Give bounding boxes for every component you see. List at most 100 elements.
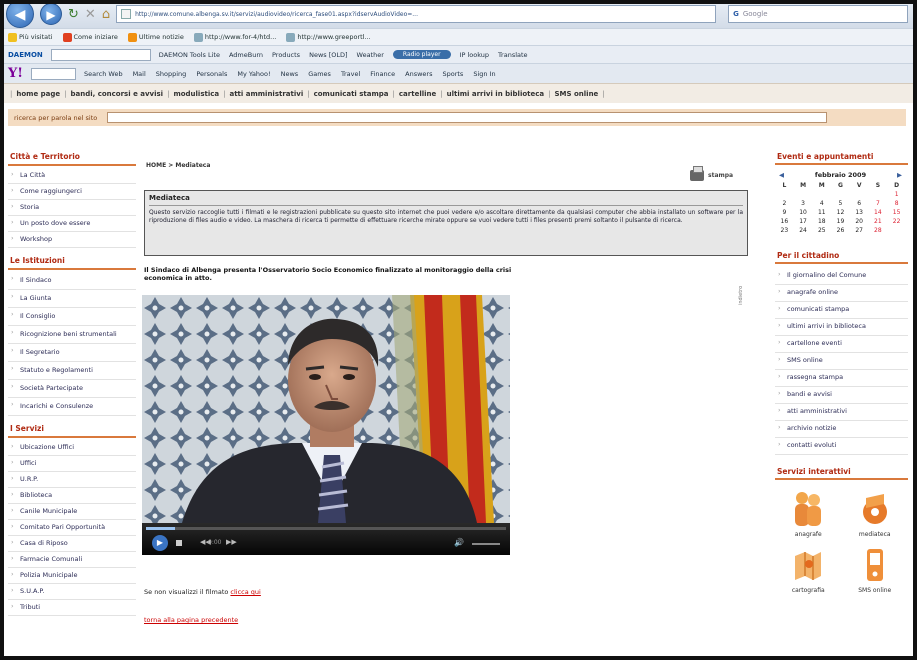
service-tile[interactable]: anagrafe bbox=[775, 490, 842, 538]
sidebar-item[interactable]: S.U.A.P. bbox=[8, 584, 136, 600]
citizen-link[interactable]: comunicati stampa bbox=[775, 302, 908, 319]
calendar-day[interactable]: 3 bbox=[794, 199, 813, 208]
yahoo-toolbar-item[interactable]: Mail bbox=[133, 70, 146, 78]
yahoo-toolbar-item[interactable]: Answers bbox=[405, 70, 432, 78]
citizen-link[interactable]: rassegna stampa bbox=[775, 370, 908, 387]
bookmark-item[interactable]: Come iniziare bbox=[62, 32, 118, 42]
calendar-day[interactable]: 25 bbox=[812, 226, 831, 235]
sidebar-item[interactable]: Polizia Municipale bbox=[8, 568, 136, 584]
sidebar-item[interactable]: Tributi bbox=[8, 600, 136, 616]
yahoo-toolbar-item[interactable]: Personals bbox=[196, 70, 227, 78]
fallback-link[interactable]: clicca qui bbox=[230, 588, 260, 596]
calendar-day[interactable]: 17 bbox=[794, 217, 813, 226]
site-link[interactable]: bandi, concorsi e avvisi bbox=[70, 90, 163, 98]
back-to-previous-link[interactable]: torna alla pagina precedente bbox=[144, 616, 238, 624]
video-player[interactable]: ▶ ◀◀ 0:00 ▶▶ 🔊 bbox=[142, 295, 510, 555]
sidebar-item[interactable]: Società Partecipate bbox=[8, 380, 136, 398]
calendar-day[interactable]: 16 bbox=[775, 217, 794, 226]
volume-slider[interactable] bbox=[472, 543, 500, 545]
calendar-prev-icon[interactable]: ◀ bbox=[779, 171, 784, 179]
citizen-link[interactable]: anagrafe online bbox=[775, 285, 908, 302]
calendar-day[interactable]: 23 bbox=[775, 226, 794, 235]
calendar-day[interactable]: 11 bbox=[812, 208, 831, 217]
site-link[interactable]: ultimi arrivi in biblioteca bbox=[447, 90, 545, 98]
back-button[interactable]: ◀ bbox=[6, 0, 34, 28]
toolbar-item[interactable]: Products bbox=[272, 51, 300, 59]
web-search-input[interactable]: G Google bbox=[728, 5, 909, 23]
calendar-day[interactable]: 5 bbox=[831, 199, 850, 208]
sidebar-item[interactable]: Il Consiglio bbox=[8, 308, 136, 326]
volume-icon[interactable]: 🔊 bbox=[454, 538, 464, 547]
bookmark-item[interactable]: Più visitati bbox=[8, 32, 53, 42]
toolbar-radio-pill[interactable]: Radio player bbox=[392, 50, 451, 59]
sidebar-item[interactable]: La Città bbox=[8, 168, 136, 184]
service-tile[interactable]: SMS online bbox=[842, 546, 909, 594]
calendar-day[interactable]: 18 bbox=[812, 217, 831, 226]
citizen-link[interactable]: Il giornalino del Comune bbox=[775, 268, 908, 285]
print-link[interactable]: stampa bbox=[690, 166, 733, 181]
citizen-link[interactable]: contatti evoluti bbox=[775, 438, 908, 455]
yahoo-toolbar-item[interactable]: Search Web bbox=[84, 70, 123, 78]
citizen-link[interactable]: bandi e avvisi bbox=[775, 387, 908, 404]
sidebar-item[interactable]: Come raggiungerci bbox=[8, 184, 136, 200]
site-search-input[interactable] bbox=[107, 112, 828, 123]
bookmark-item[interactable]: http://www.greeportl... bbox=[286, 32, 371, 42]
sidebar-item[interactable]: Incarichi e Consulenze bbox=[8, 398, 136, 416]
service-tile[interactable]: cartografia bbox=[775, 546, 842, 594]
calendar-day[interactable]: 9 bbox=[775, 208, 794, 217]
sidebar-item[interactable]: Biblioteca bbox=[8, 488, 136, 504]
sidebar-item[interactable]: Il Sindaco bbox=[8, 272, 136, 290]
sidebar-item[interactable]: Casa di Riposo bbox=[8, 536, 136, 552]
yahoo-toolbar-item[interactable]: Travel bbox=[341, 70, 360, 78]
sidebar-item[interactable]: Farmacie Comunali bbox=[8, 552, 136, 568]
citizen-link[interactable]: ultimi arrivi in biblioteca bbox=[775, 319, 908, 336]
site-link[interactable]: modulistica bbox=[173, 90, 219, 98]
toolbar-item[interactable]: News [OLD] bbox=[309, 51, 347, 59]
bookmark-item[interactable]: Ultime notizie bbox=[127, 32, 184, 42]
calendar-day[interactable]: 21 bbox=[869, 217, 888, 226]
site-link[interactable]: cartelline bbox=[399, 90, 436, 98]
yahoo-toolbar-item[interactable]: Sports bbox=[442, 70, 463, 78]
vertical-back-label[interactable]: indietro bbox=[738, 260, 752, 330]
sidebar-item[interactable]: Statuto e Regolamenti bbox=[8, 362, 136, 380]
citizen-link[interactable]: cartellone eventi bbox=[775, 336, 908, 353]
citizen-link[interactable]: SMS online bbox=[775, 353, 908, 370]
citizen-link[interactable]: archivio notizie bbox=[775, 421, 908, 438]
video-frame[interactable] bbox=[142, 295, 510, 523]
calendar-day[interactable]: 10 bbox=[794, 208, 813, 217]
calendar-day[interactable]: 26 bbox=[831, 226, 850, 235]
sidebar-item[interactable]: Canile Municipale bbox=[8, 504, 136, 520]
site-link[interactable]: home page bbox=[16, 90, 60, 98]
home-icon[interactable]: ⌂ bbox=[102, 7, 110, 22]
calendar-day[interactable]: 28 bbox=[869, 226, 888, 235]
toolbar-item[interactable]: DAEMON Tools Lite bbox=[159, 51, 220, 59]
calendar-day[interactable]: 2 bbox=[775, 199, 794, 208]
bookmark-item[interactable]: http://www.for-4/htd... bbox=[193, 32, 276, 42]
calendar-day[interactable]: 20 bbox=[850, 217, 869, 226]
calendar-day[interactable]: 13 bbox=[850, 208, 869, 217]
sidebar-item[interactable]: Un posto dove essere bbox=[8, 216, 136, 232]
play-button[interactable]: ▶ bbox=[152, 535, 168, 551]
address-bar[interactable]: http://www.comune.albenga.sv.it/servizi/… bbox=[116, 5, 717, 23]
calendar-day[interactable]: 1 bbox=[887, 190, 906, 199]
stop-icon[interactable]: ✕ bbox=[85, 7, 96, 22]
forward-button[interactable]: ▶ bbox=[40, 3, 62, 25]
toolbar-item[interactable]: AdmeBurn bbox=[229, 51, 263, 59]
fast-forward-icon[interactable]: ▶▶ bbox=[226, 538, 237, 546]
sidebar-item[interactable]: Ricognizione beni strumentali bbox=[8, 326, 136, 344]
sidebar-item[interactable]: Workshop bbox=[8, 232, 136, 248]
yahoo-toolbar-item[interactable]: Games bbox=[308, 70, 331, 78]
toolbar-item[interactable]: Weather bbox=[357, 51, 384, 59]
toolbar-search-input[interactable] bbox=[50, 48, 151, 61]
service-tile[interactable]: mediateca bbox=[842, 490, 909, 538]
calendar-day[interactable]: 7 bbox=[869, 199, 888, 208]
calendar-day[interactable]: 4 bbox=[812, 199, 831, 208]
yahoo-toolbar-item[interactable]: Sign In bbox=[473, 70, 495, 78]
sidebar-item[interactable]: Storia bbox=[8, 200, 136, 216]
sidebar-item[interactable]: Ubicazione Uffici bbox=[8, 440, 136, 456]
calendar-next-icon[interactable]: ▶ bbox=[897, 171, 902, 179]
site-link[interactable]: atti amministrativi bbox=[229, 90, 303, 98]
calendar-day[interactable]: 15 bbox=[887, 208, 906, 217]
calendar-day[interactable]: 24 bbox=[794, 226, 813, 235]
yahoo-search-input[interactable] bbox=[31, 67, 76, 80]
